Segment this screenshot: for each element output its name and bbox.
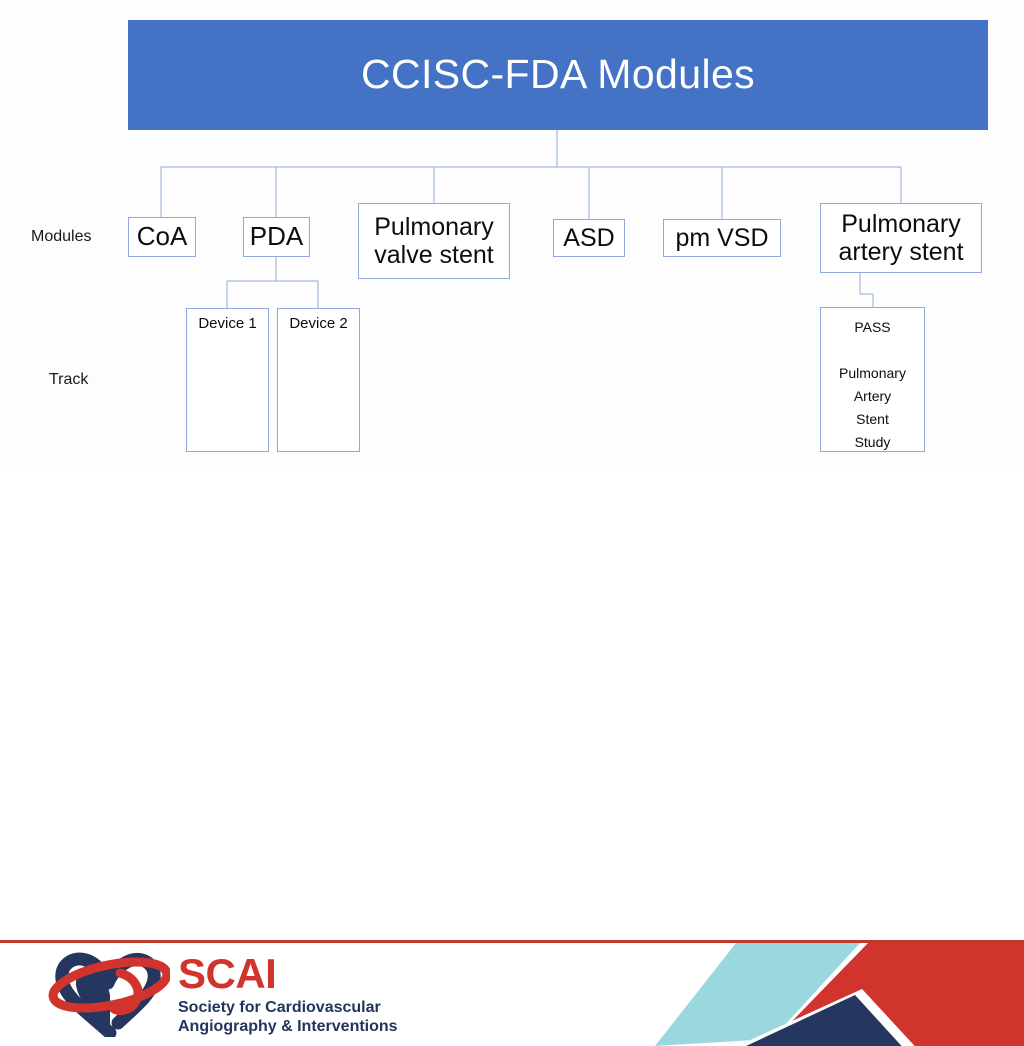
module-node-coa[interactable]: CoA	[128, 217, 196, 257]
row-label-track: Track	[49, 371, 89, 388]
footer-divider-rule	[0, 940, 1024, 943]
scai-tagline-line-2: Angiography & Interventions	[178, 1017, 398, 1035]
module-label: PDA	[249, 221, 304, 252]
scai-tagline-line-1: Society for Cardiovascular	[178, 999, 381, 1016]
slide-footer: SCAI Society for Cardiovascular Angiogra…	[0, 470, 1024, 1046]
track-node-device-1[interactable]: Device 1	[186, 308, 269, 452]
scai-wordmark: SCAI Society for Cardiovascular Angiogra…	[178, 953, 438, 1037]
row-label-modules: Modules	[31, 228, 92, 245]
module-node-asd[interactable]: ASD	[553, 219, 625, 257]
module-label: Pulmonary artery stent	[838, 210, 964, 266]
module-node-pulmonary-artery-stent[interactable]: Pulmonary artery stent	[820, 203, 982, 273]
module-node-pm-vsd[interactable]: pm VSD	[663, 219, 781, 257]
scai-tagline: Society for Cardiovascular Angiography &…	[178, 999, 438, 1037]
track-label: PASS Pulmonary Artery Stent Study	[839, 319, 906, 451]
module-node-pulmonary-valve-stent[interactable]: Pulmonary valve stent	[358, 203, 510, 279]
module-label: ASD	[563, 224, 615, 252]
track-label: Device 2	[289, 315, 348, 332]
module-label: CoA	[136, 221, 188, 252]
track-node-device-2[interactable]: Device 2	[277, 308, 360, 452]
slide-canvas: CCISC-FDA Modules Modules Track CoA PDA …	[0, 0, 1024, 1046]
module-label: pm VSD	[675, 224, 769, 252]
module-node-pda[interactable]: PDA	[243, 217, 310, 257]
scai-heart-icon	[48, 952, 170, 1037]
module-label: Pulmonary valve stent	[374, 213, 494, 269]
track-node-pass[interactable]: PASS Pulmonary Artery Stent Study	[820, 307, 925, 452]
org-chart-diagram: Modules Track CoA PDA Pulmonary valve st…	[0, 0, 1024, 470]
scai-logo: SCAI Society for Cardiovascular Angiogra…	[48, 949, 398, 1041]
track-label: Device 1	[198, 315, 257, 332]
scai-name: SCAI	[178, 950, 277, 997]
